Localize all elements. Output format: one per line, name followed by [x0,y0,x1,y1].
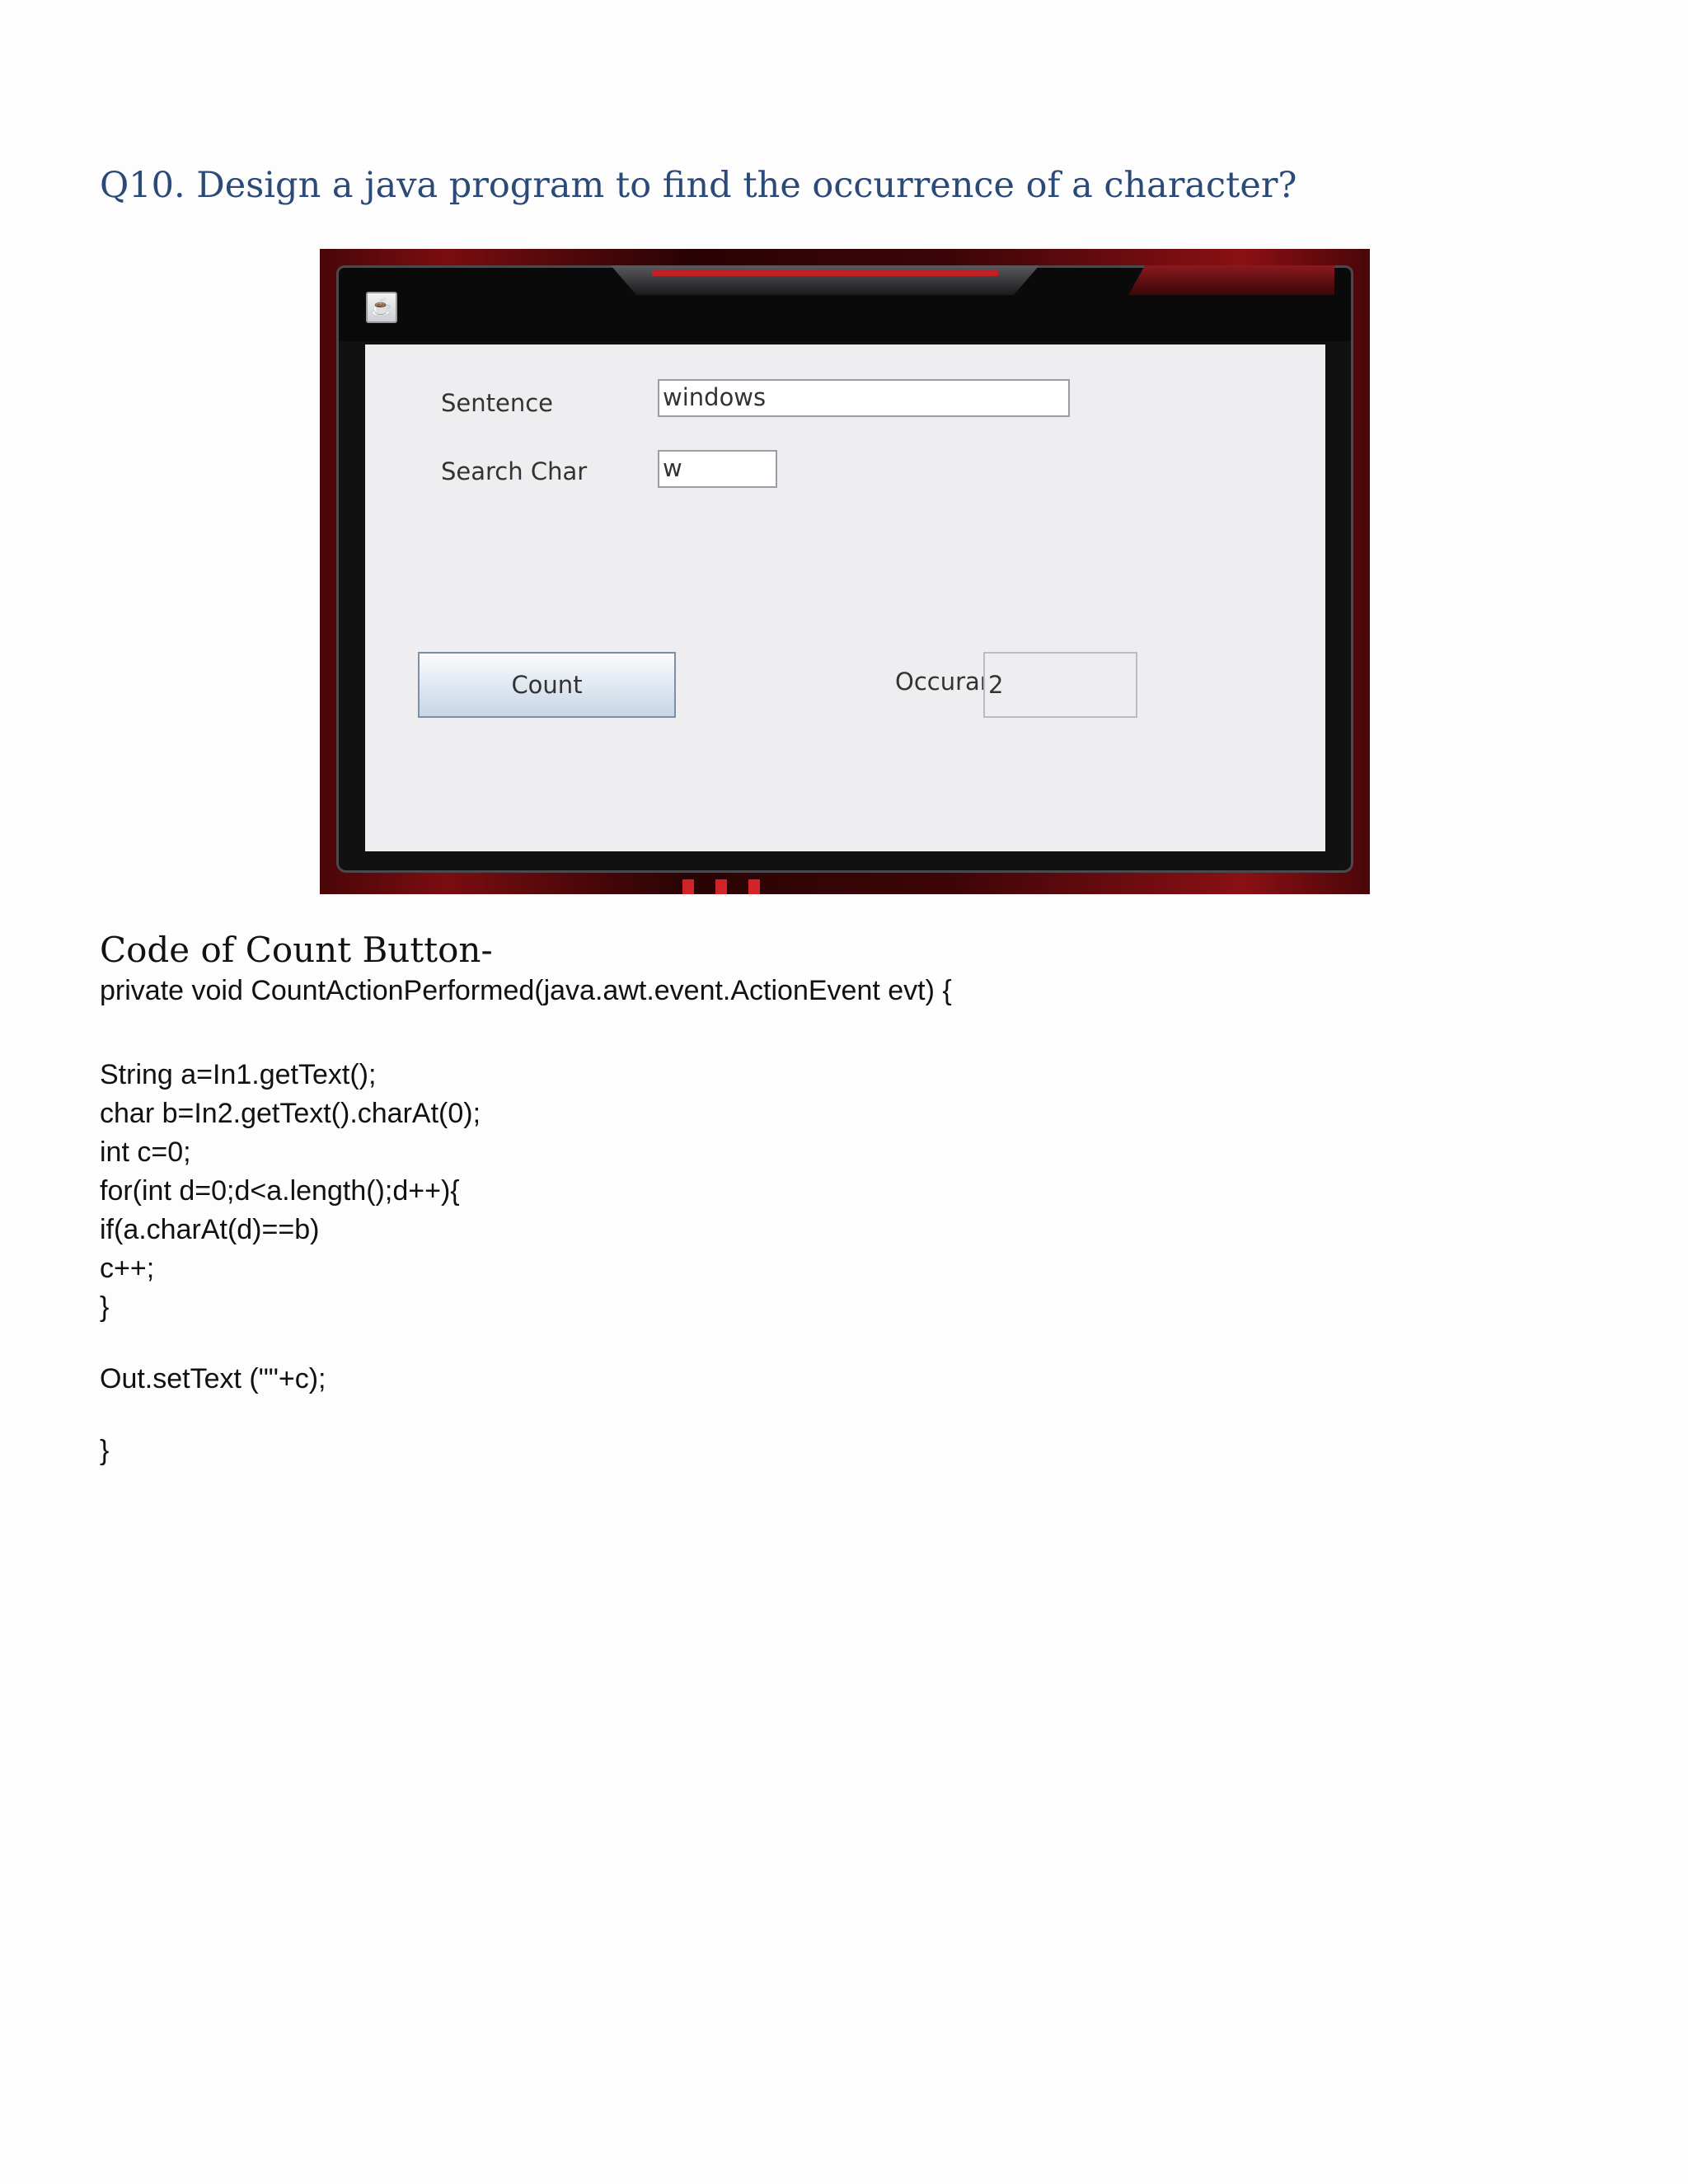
code-line: c++; [100,1253,155,1284]
code-line: private void CountActionPerformed(java.a… [100,975,952,1006]
search-char-field[interactable]: w [658,450,777,488]
occurance-field: 2 [983,652,1137,718]
count-button[interactable]: Count [418,652,676,718]
sentence-field[interactable]: windows [658,379,1070,417]
app-screenshot: ☕ Sentence windows Search Char w Count O… [320,249,1370,894]
page-heading: Q10. Design a java program to find the o… [100,165,1297,206]
app-content-panel: Sentence windows Search Char w Count Occ… [365,344,1325,851]
code-line: if(a.charAt(d)==b) [100,1214,320,1245]
code-line: char b=In2.getText().charAt(0); [100,1098,481,1129]
java-icon[interactable]: ☕ [366,292,397,323]
code-heading: Code of Count Button- [100,930,493,970]
code-line: } [100,1291,110,1323]
code-line: String a=In1.getText(); [100,1059,377,1090]
window-title-bar[interactable] [336,265,1353,347]
code-line: for(int d=0;d<a.length();d++){ [100,1175,460,1207]
code-line: int c=0; [100,1137,191,1168]
sentence-label: Sentence [441,389,554,417]
search-char-label: Search Char [441,457,588,485]
code-line: } [100,1435,110,1466]
code-line: Out.setText (""+c); [100,1363,326,1394]
